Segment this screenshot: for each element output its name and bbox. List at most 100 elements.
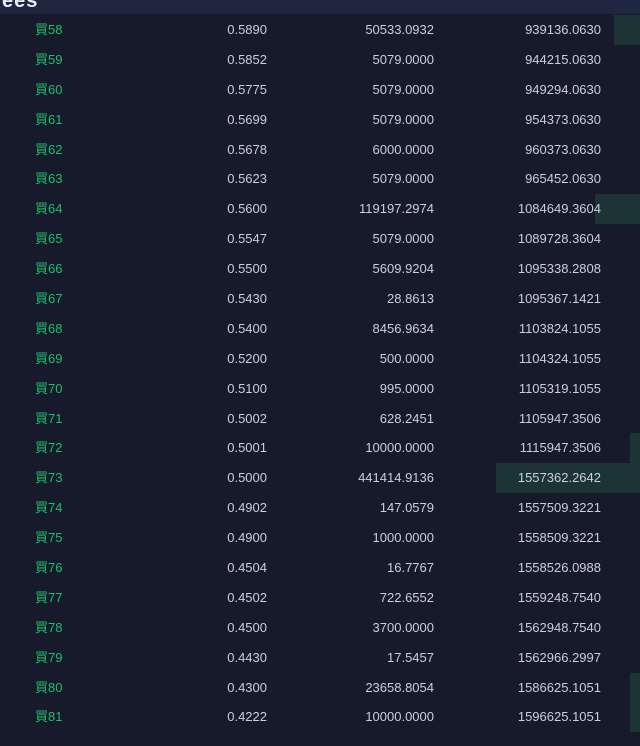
order-label: 買80 (35, 679, 63, 695)
order-price: 0.5500 (227, 261, 267, 277)
order-label: 買59 (35, 51, 63, 67)
order-row[interactable]: 買64 0.5600 119197.2974 1084649.3604 (0, 194, 640, 225)
order-label: 買65 (35, 231, 63, 247)
order-total: 965452.0630 (525, 171, 601, 187)
order-amount: 16.7767 (387, 560, 434, 576)
order-total: 1562948.7540 (517, 619, 601, 635)
order-amount: 50533.0932 (365, 22, 434, 37)
order-amount: 23658.8054 (365, 679, 434, 695)
order-total: 939136.0630 (525, 22, 601, 37)
order-amount: 119197.2974 (359, 201, 434, 217)
depth-bar (614, 15, 640, 45)
order-total: 1089728.3604 (517, 231, 601, 247)
order-price: 0.4300 (227, 679, 267, 695)
panel-title-fragment: ees (2, 0, 39, 12)
order-label: 買69 (35, 350, 63, 366)
order-row[interactable]: 買76 0.4504 16.7767 1558526.0988 (0, 553, 640, 583)
order-price: 0.5678 (227, 141, 267, 157)
order-label: 買76 (35, 560, 63, 576)
order-row[interactable]: 買61 0.5699 5079.0000 954373.0630 (0, 105, 640, 135)
order-label: 買77 (35, 589, 63, 605)
order-total: 949294.0630 (525, 81, 601, 97)
order-amount: 28.8613 (387, 291, 434, 307)
order-amount: 995.0000 (379, 380, 434, 396)
order-price: 0.4900 (227, 530, 267, 546)
order-label: 買62 (35, 141, 63, 157)
order-price: 0.4222 (227, 709, 267, 725)
order-row[interactable]: 買71 0.5002 628.2451 1105947.3506 (0, 404, 640, 434)
order-price: 0.5852 (227, 51, 267, 67)
order-label: 買73 (35, 470, 63, 486)
order-label: 買75 (35, 530, 63, 546)
order-row[interactable]: 買68 0.5400 8456.9634 1103824.1055 (0, 314, 640, 344)
order-label: 買66 (35, 261, 63, 277)
order-total: 1095367.1421 (517, 291, 601, 307)
order-total: 1105947.3506 (518, 410, 601, 426)
order-amount: 5079.0000 (372, 171, 434, 187)
order-total: 1104324.1055 (518, 350, 601, 366)
order-row[interactable]: 買70 0.5100 995.0000 1105319.1055 (0, 374, 640, 404)
order-total: 944215.0630 (525, 51, 601, 67)
order-row[interactable]: 買79 0.4430 17.5457 1562966.2997 (0, 643, 640, 673)
order-amount: 5079.0000 (372, 81, 434, 97)
order-row[interactable]: 買74 0.4902 147.0579 1557509.3221 (0, 493, 640, 523)
order-amount: 17.5457 (387, 649, 434, 665)
order-amount: 10000.0000 (365, 440, 434, 456)
order-row[interactable]: 買58 0.5890 50533.0932 939136.0630 (0, 15, 640, 45)
order-label: 買61 (35, 111, 63, 127)
order-price: 0.5100 (227, 380, 267, 396)
order-price: 0.5002 (227, 410, 267, 426)
order-total: 1562966.2997 (517, 649, 601, 665)
order-price: 0.5200 (227, 350, 267, 366)
order-row[interactable]: 買75 0.4900 1000.0000 1558509.3221 (0, 523, 640, 553)
order-book-buy-table: 買58 0.5890 50533.0932 939136.0630 買59 0.5852 5… (0, 15, 640, 746)
order-total: 1095338.2808 (517, 261, 601, 277)
order-row[interactable]: 買62 0.5678 6000.0000 960373.0630 (0, 135, 640, 165)
order-amount: 5609.9204 (372, 261, 434, 277)
order-label: 買79 (35, 649, 63, 665)
depth-bar (595, 194, 640, 225)
order-total: 1558526.0988 (517, 560, 601, 576)
order-amount: 5079.0000 (372, 111, 434, 127)
order-label: 買60 (35, 81, 63, 97)
order-row[interactable]: 買77 0.4502 722.6552 1559248.7540 (0, 583, 640, 613)
order-total: 1557362.2642 (517, 470, 601, 486)
order-total: 1105319.1055 (518, 380, 601, 396)
order-price: 0.4504 (227, 560, 267, 576)
order-row[interactable]: 買59 0.5852 5079.0000 944215.0630 (0, 45, 640, 75)
order-amount: 3700.0000 (372, 619, 434, 635)
order-row[interactable]: 買69 0.5200 500.0000 1104324.1055 (0, 344, 640, 374)
order-row[interactable]: 買67 0.5430 28.8613 1095367.1421 (0, 284, 640, 314)
order-label: 買72 (35, 440, 63, 456)
order-price: 0.5000 (227, 470, 267, 486)
order-price: 0.4500 (227, 619, 267, 635)
order-row[interactable]: 買78 0.4500 3700.0000 1562948.7540 (0, 613, 640, 643)
depth-bar (630, 702, 640, 733)
order-row[interactable]: 買63 0.5623 5079.0000 965452.0630 (0, 164, 640, 194)
order-total: 1084649.3604 (517, 201, 601, 217)
order-amount: 10000.0000 (365, 709, 434, 725)
order-amount: 628.2451 (379, 410, 434, 426)
order-price: 0.5775 (227, 81, 267, 97)
order-row[interactable]: 買60 0.5775 5079.0000 949294.0630 (0, 75, 640, 105)
order-total: 1559248.7540 (517, 589, 601, 605)
depth-bar (630, 672, 640, 703)
order-row[interactable]: 買72 0.5001 10000.0000 1115947.3506 (0, 433, 640, 464)
order-total: 1596625.1051 (517, 709, 601, 725)
order-label: 買68 (35, 320, 63, 336)
order-row[interactable]: 買73 0.5000 441414.9136 1557362.2642 (0, 463, 640, 494)
order-label: 買78 (35, 619, 63, 635)
order-label: 買71 (35, 410, 63, 426)
order-total: 1103824.1055 (518, 320, 601, 336)
order-row[interactable]: 買81 0.4222 10000.0000 1596625.1051 (0, 702, 640, 733)
order-amount: 5079.0000 (372, 51, 434, 67)
order-amount: 8456.9634 (372, 320, 434, 336)
order-amount: 1000.0000 (372, 530, 434, 546)
order-row[interactable]: 買80 0.4300 23658.8054 1586625.1051 (0, 672, 640, 703)
order-row[interactable]: 買66 0.5500 5609.9204 1095338.2808 (0, 254, 640, 284)
order-row[interactable]: 買65 0.5547 5079.0000 1089728.3604 (0, 224, 640, 254)
order-amount: 6000.0000 (372, 141, 434, 157)
order-price: 0.5430 (227, 291, 267, 307)
order-price: 0.5699 (227, 111, 267, 127)
order-total: 954373.0630 (525, 111, 601, 127)
